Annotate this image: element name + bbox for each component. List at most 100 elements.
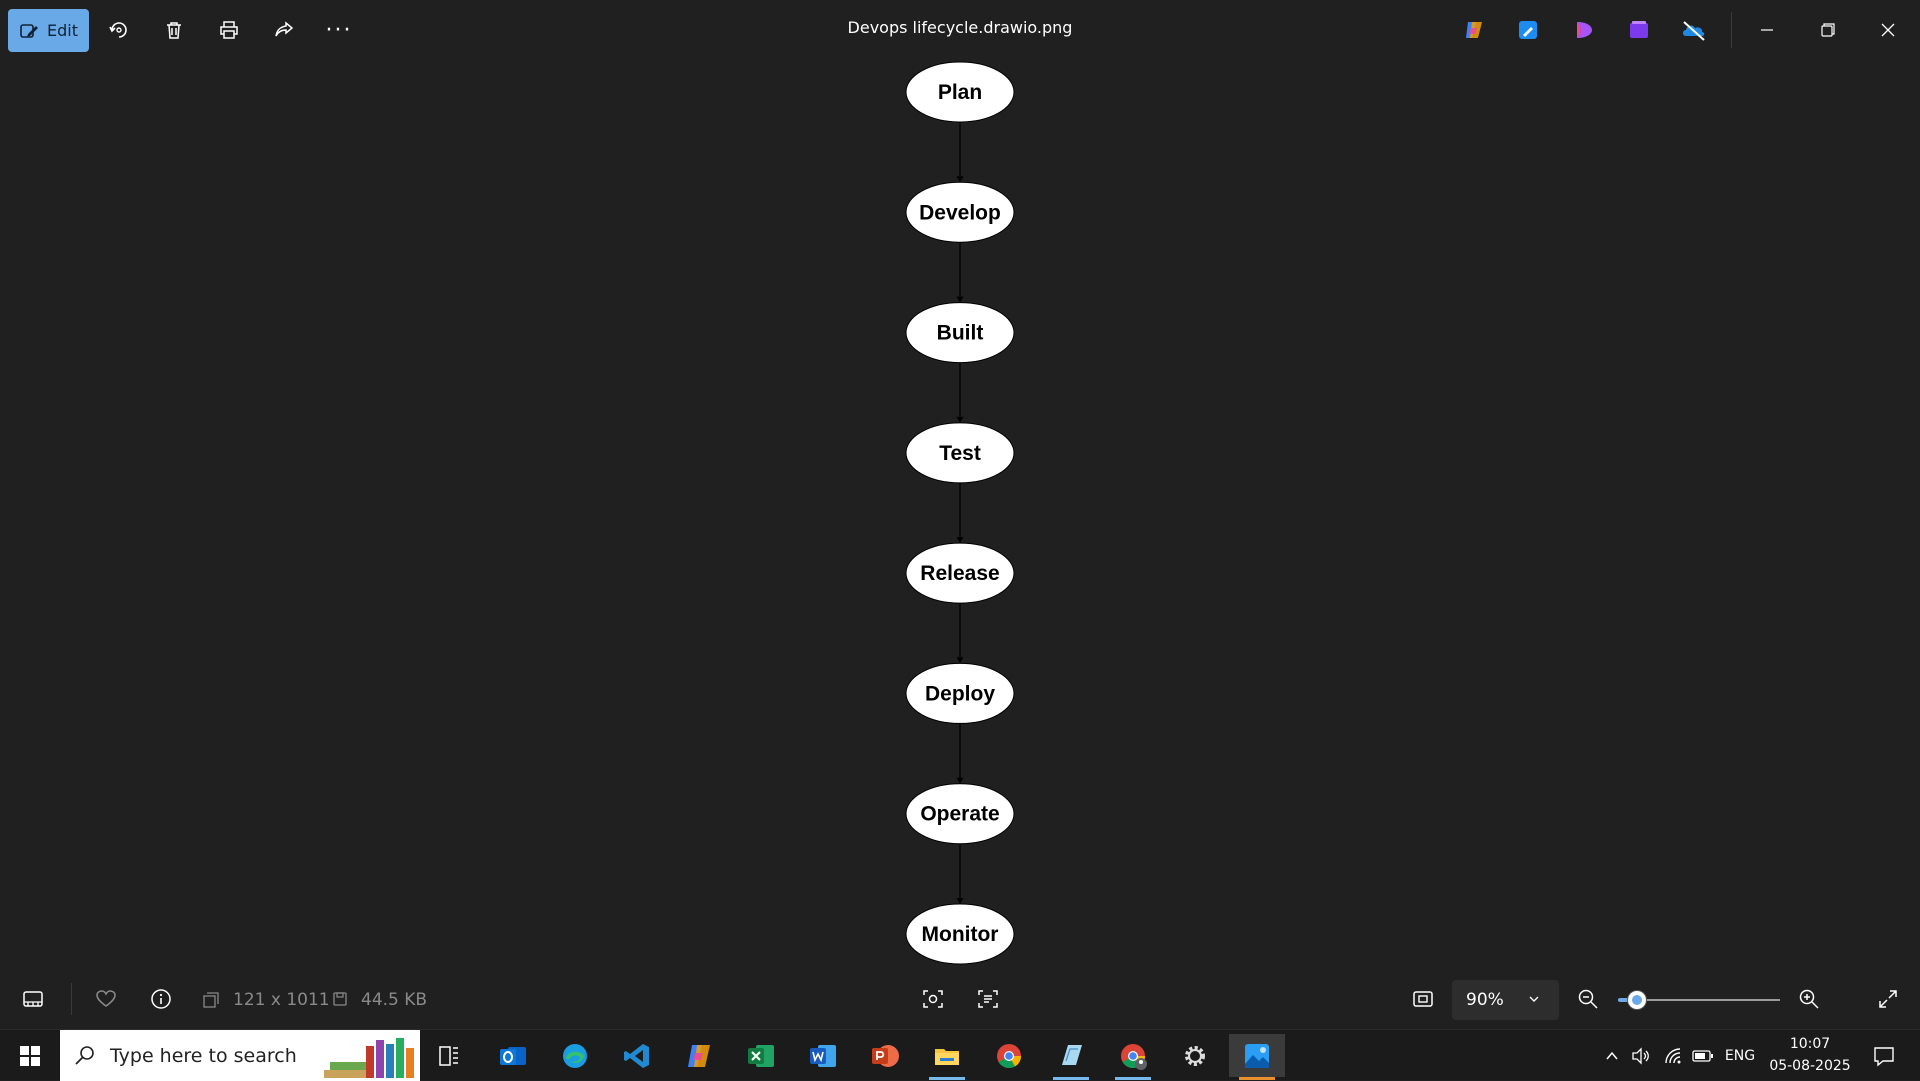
- chrome-taskbar-button[interactable]: [981, 1034, 1037, 1077]
- flow-node-built: Built: [905, 302, 1015, 364]
- photos-taskbar-button[interactable]: [1229, 1034, 1285, 1080]
- notepad-taskbar-button[interactable]: [1043, 1034, 1099, 1080]
- minimize-icon: [1761, 29, 1773, 31]
- filmstrip-button[interactable]: [13, 979, 53, 1019]
- notepad-icon: [1062, 1044, 1082, 1065]
- file-size: 44.5 KB: [361, 990, 428, 1010]
- rotate-icon: [109, 22, 127, 38]
- scan-text-button[interactable]: [968, 979, 1008, 1019]
- copilot-icon: [688, 1044, 710, 1067]
- flow-arrowhead: [956, 898, 964, 904]
- speaker-icon: [1632, 1046, 1649, 1065]
- share-icon: [275, 21, 294, 37]
- input-language: ENG: [1724, 1047, 1756, 1064]
- onedrive-app-button[interactable]: [1676, 12, 1712, 48]
- close-button[interactable]: [1866, 8, 1910, 52]
- zoom-in-button[interactable]: [1789, 979, 1829, 1019]
- status-separator: [71, 983, 72, 1015]
- zoom-slider-thumb[interactable]: [1628, 991, 1647, 1009]
- battery-button[interactable]: [1689, 1030, 1717, 1081]
- excel-taskbar-button[interactable]: [733, 1034, 789, 1077]
- volume-button[interactable]: [1627, 1030, 1655, 1081]
- system-clock[interactable]: 10:07 05-08-2025: [1760, 1033, 1860, 1077]
- printer-icon: [220, 21, 238, 39]
- flow-arrowhead: [956, 416, 964, 423]
- titlebar-separator: [1731, 12, 1732, 48]
- folder-icon: [935, 1048, 959, 1065]
- clock-time: 10:07: [1789, 1036, 1831, 1052]
- flow-node-release: Release: [905, 542, 1015, 604]
- more-options-button[interactable]: ···: [319, 10, 359, 50]
- gear-icon: [1185, 1045, 1205, 1066]
- filmstrip-icon: [23, 991, 43, 1007]
- image-canvas[interactable]: Plan Develop Built Test Release Deploy Operate…: [0, 60, 1920, 969]
- edge-icon: [563, 1043, 587, 1068]
- start-button[interactable]: [0, 1030, 60, 1081]
- devops-lifecycle-diagram: Plan Develop Built Test Release Deploy Operate…: [905, 61, 1015, 965]
- edge-taskbar-button[interactable]: [547, 1034, 603, 1077]
- restore-button[interactable]: [1806, 8, 1850, 52]
- restore-icon: [1821, 23, 1835, 37]
- image-dimensions: 121 x 1011: [233, 990, 330, 1010]
- zoom-out-icon: [1578, 989, 1598, 1009]
- search-placeholder: Type here to search: [110, 1044, 297, 1067]
- full-screen-button[interactable]: [1868, 979, 1908, 1019]
- scan-text-icon: [978, 990, 998, 1008]
- copilot-taskbar-button[interactable]: [671, 1034, 727, 1077]
- info-icon: [151, 989, 171, 1009]
- flow-arrowhead: [956, 537, 964, 544]
- clipchamp-app-button[interactable]: [1566, 12, 1602, 48]
- zoom-slider[interactable]: [1618, 991, 1780, 1009]
- taskbar-search-box[interactable]: Type here to search: [60, 1030, 420, 1081]
- copilot-app-button[interactable]: [1456, 12, 1492, 48]
- flow-node-label: Monitor: [922, 923, 999, 946]
- chrome-profile-taskbar-button[interactable]: [1105, 1034, 1161, 1080]
- edit-button[interactable]: Edit: [8, 9, 89, 52]
- input-language-button[interactable]: ENG: [1720, 1030, 1760, 1081]
- task-view-button[interactable]: [421, 1034, 477, 1077]
- search-icon: [75, 1046, 94, 1065]
- photos-album-app-button[interactable]: [1621, 12, 1657, 48]
- status-bar: 121 x 1011 44.5 KB 90%: [0, 969, 1920, 1029]
- dimensions-icon: [203, 992, 219, 1008]
- flow-node-label: Release: [920, 562, 999, 585]
- fit-screen-icon: [1413, 991, 1433, 1007]
- favorite-button[interactable]: [86, 979, 126, 1019]
- chevron-up-icon: [1606, 1051, 1618, 1059]
- zoom-level-dropdown[interactable]: 90%: [1452, 980, 1559, 1020]
- network-button[interactable]: [1659, 1030, 1687, 1081]
- powerpoint-taskbar-button[interactable]: [857, 1034, 913, 1077]
- delete-button[interactable]: [154, 10, 194, 50]
- show-hidden-icons-button[interactable]: [1600, 1030, 1624, 1081]
- photos-icon: [1245, 1043, 1269, 1068]
- outlook-taskbar-button[interactable]: [485, 1034, 541, 1077]
- settings-taskbar-button[interactable]: [1167, 1034, 1223, 1077]
- powerpoint-icon: [872, 1044, 899, 1067]
- designer-app-button[interactable]: [1510, 12, 1546, 48]
- vscode-taskbar-button[interactable]: [609, 1034, 665, 1077]
- file-info-button[interactable]: [141, 979, 181, 1019]
- windows-taskbar: Type here to search ENG 10:07 05-08-2025: [0, 1029, 1920, 1081]
- expand-icon: [1879, 990, 1897, 1008]
- file-explorer-taskbar-button[interactable]: [919, 1034, 975, 1080]
- zoom-out-button[interactable]: [1568, 979, 1608, 1019]
- photo-album-icon: [1630, 21, 1648, 38]
- visual-search-button[interactable]: [913, 979, 953, 1019]
- windows-logo-icon: [20, 1045, 40, 1066]
- chevron-down-icon: [1529, 996, 1539, 1002]
- wifi-icon: [1665, 1047, 1681, 1063]
- flow-node-label: Develop: [919, 201, 1001, 224]
- notification-center-button[interactable]: [1864, 1030, 1904, 1081]
- battery-icon: [1692, 1049, 1713, 1062]
- fit-to-window-button[interactable]: [1403, 979, 1443, 1019]
- flow-node-label: Deploy: [925, 682, 995, 705]
- minimize-button[interactable]: [1745, 8, 1789, 52]
- search-highlight-books-icon: [324, 1038, 414, 1078]
- flow-node-develop: Develop: [905, 181, 1015, 243]
- share-button[interactable]: [264, 10, 304, 50]
- print-button[interactable]: [209, 10, 249, 50]
- flow-node-test: Test: [905, 422, 1015, 484]
- rotate-button[interactable]: [99, 10, 139, 50]
- notification-icon: [1874, 1046, 1894, 1066]
- word-taskbar-button[interactable]: [795, 1034, 851, 1077]
